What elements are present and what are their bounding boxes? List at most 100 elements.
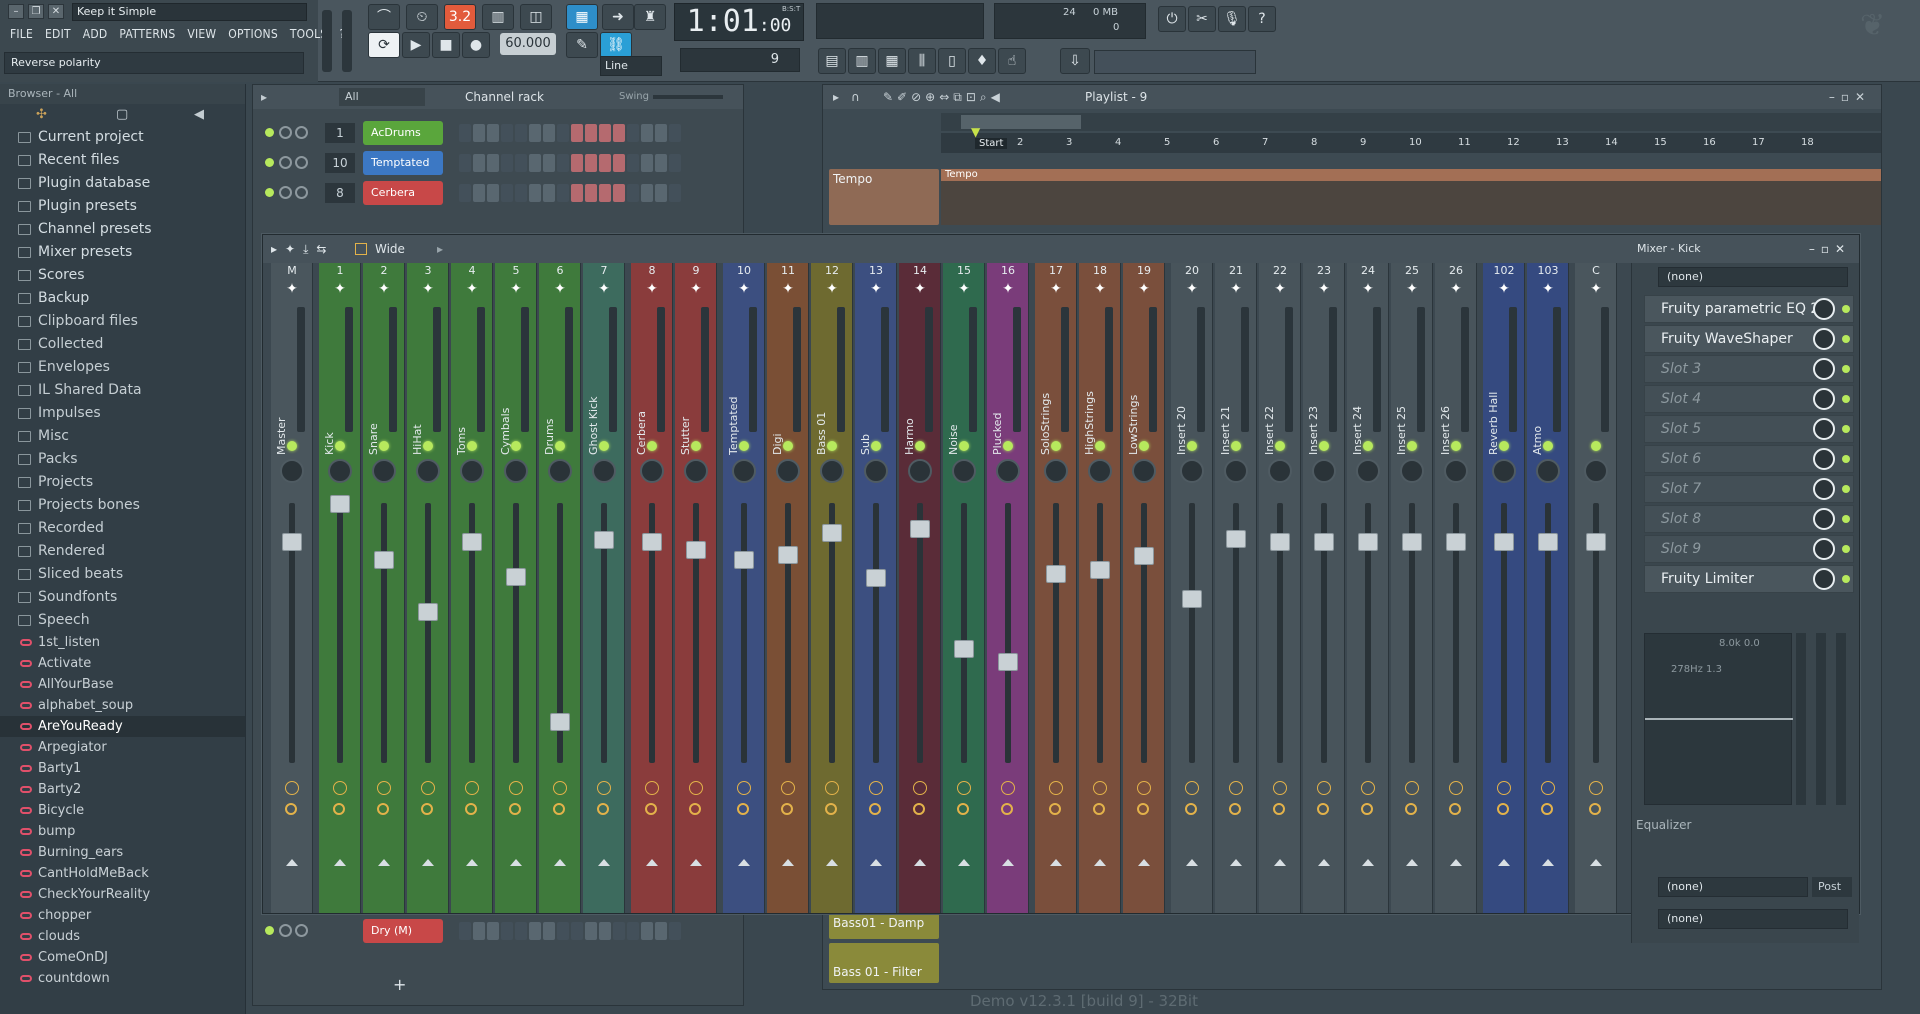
mute-led[interactable]	[335, 441, 345, 451]
pan-knob[interactable]	[864, 459, 888, 483]
microphone-icon[interactable]: 🎙	[1218, 6, 1246, 32]
record-arm-icon[interactable]	[285, 781, 299, 795]
send-arrow-icon[interactable]	[1406, 859, 1418, 866]
pan-knob[interactable]	[504, 459, 528, 483]
browser-item[interactable]: Plugin database	[0, 172, 245, 195]
slot-enable-led[interactable]	[1842, 305, 1850, 313]
step-button[interactable]	[473, 154, 485, 172]
record-arm-icon[interactable]	[1405, 781, 1419, 795]
mute-led[interactable]	[379, 441, 389, 451]
mute-led[interactable]	[265, 158, 274, 167]
step-button[interactable]	[459, 922, 471, 940]
route-icon[interactable]	[1137, 803, 1149, 815]
step-button[interactable]	[543, 184, 555, 202]
route-icon[interactable]	[737, 803, 749, 815]
mixer-strip[interactable]: 25 ✦ Insert 25	[1391, 263, 1433, 913]
send-arrow-icon[interactable]	[334, 859, 346, 866]
pattern-selector[interactable]: 9	[680, 48, 800, 72]
mute-led[interactable]	[511, 441, 521, 451]
volume-fader[interactable]	[1358, 533, 1378, 551]
record-icon[interactable]: ●	[462, 32, 490, 58]
browser-item[interactable]: alphabet_soup	[0, 695, 245, 716]
record-arm-icon[interactable]	[465, 781, 479, 795]
mixer-strip[interactable]: 13 ✦ Sub	[855, 263, 897, 913]
pan-knob[interactable]	[372, 459, 396, 483]
volume-fader[interactable]	[506, 568, 526, 586]
mute-led[interactable]	[555, 441, 565, 451]
pan-knob[interactable]	[1180, 459, 1204, 483]
step-button[interactable]	[557, 922, 569, 940]
step-button[interactable]	[627, 124, 639, 142]
browser-item[interactable]: clouds	[0, 926, 245, 947]
send-arrow-icon[interactable]	[782, 859, 794, 866]
plugin-picker-icon[interactable]: ♦	[968, 48, 996, 74]
record-arm-icon[interactable]	[509, 781, 523, 795]
route-icon[interactable]	[1541, 803, 1553, 815]
playlist-scrollbar[interactable]	[941, 113, 1881, 131]
browser-item[interactable]: Impulses	[0, 402, 245, 425]
record-arm-icon[interactable]	[781, 781, 795, 795]
effect-slot[interactable]: Slot 6	[1644, 445, 1854, 473]
volume-fader[interactable]	[1586, 533, 1606, 551]
send-arrow-icon[interactable]	[510, 859, 522, 866]
mixer-strip[interactable]: 22 ✦ Insert 22	[1259, 263, 1301, 913]
post-selector[interactable]: Post	[1812, 877, 1852, 897]
volume-fader[interactable]	[550, 713, 570, 731]
browser-item[interactable]: Envelopes	[0, 356, 245, 379]
mixer-strip[interactable]: 20 ✦ Insert 20	[1171, 263, 1213, 913]
mixer-strip[interactable]: 4 ✦ Toms	[451, 263, 493, 913]
step-button[interactable]	[599, 124, 611, 142]
pan-knob[interactable]	[1400, 459, 1424, 483]
mixer-strip[interactable]: 6 ✦ Drums	[539, 263, 581, 913]
record-arm-icon[interactable]	[597, 781, 611, 795]
equalizer-display[interactable]: 8.0k 0.0 278Hz 1.3	[1644, 633, 1793, 805]
route-icon[interactable]	[1001, 803, 1013, 815]
mixer-strip[interactable]: 14 ✦ Harmo	[899, 263, 941, 913]
record-arm-icon[interactable]	[957, 781, 971, 795]
playlist-window-icon[interactable]: ▤	[818, 48, 846, 74]
brush-icon[interactable]: ✎	[566, 32, 598, 58]
browser-item[interactable]: Burning_ears	[0, 842, 245, 863]
send-arrow-icon[interactable]	[1230, 859, 1242, 866]
mix-level-knob[interactable]	[1813, 418, 1835, 440]
browser-item[interactable]: Scores	[0, 264, 245, 287]
step-button[interactable]	[627, 922, 639, 940]
pan-knob[interactable]	[640, 459, 664, 483]
route-icon[interactable]	[285, 803, 297, 815]
mute-led[interactable]	[1003, 441, 1013, 451]
record-arm-icon[interactable]	[1589, 781, 1603, 795]
route-icon[interactable]	[913, 803, 925, 815]
volume-fader[interactable]	[1046, 565, 1066, 583]
route-icon[interactable]	[1317, 803, 1329, 815]
mute-led[interactable]	[1231, 441, 1241, 451]
typing-keyboard-icon[interactable]: ▥	[482, 4, 514, 30]
mixer-strip[interactable]: 5 ✦ Cymbals	[495, 263, 537, 913]
channel-button[interactable]: Cerbera	[363, 181, 443, 205]
send-arrow-icon[interactable]	[1362, 859, 1374, 866]
step-button[interactable]	[473, 184, 485, 202]
mixer-strip[interactable]: 12 ✦ Bass 01	[811, 263, 853, 913]
step-sequencer[interactable]	[459, 922, 681, 940]
route-icon[interactable]	[509, 803, 521, 815]
help-icon[interactable]: ?	[1248, 6, 1276, 32]
step-button[interactable]	[571, 124, 583, 142]
pan-knob[interactable]	[328, 459, 352, 483]
step-button[interactable]	[641, 184, 653, 202]
project-info-icon[interactable]: ▯	[938, 48, 966, 74]
pan-knob[interactable]	[1584, 459, 1608, 483]
volume-fader[interactable]	[642, 533, 662, 551]
slot-enable-led[interactable]	[1842, 515, 1850, 523]
send-arrow-icon[interactable]	[914, 859, 926, 866]
pan-knob[interactable]	[820, 459, 844, 483]
mixer-strip[interactable]: 9 ✦ Stutter	[675, 263, 717, 913]
route-icon[interactable]	[825, 803, 837, 815]
channel-button-dry[interactable]: Dry (M)	[363, 919, 443, 943]
send-arrow-icon[interactable]	[1590, 859, 1602, 866]
step-button[interactable]	[613, 184, 625, 202]
record-arm-icon[interactable]	[553, 781, 567, 795]
send-arrow-icon[interactable]	[598, 859, 610, 866]
mix-level-knob[interactable]	[1813, 478, 1835, 500]
undo-history-icon[interactable]: ⏻	[1158, 6, 1186, 32]
mix-level-knob[interactable]	[1813, 388, 1835, 410]
volume-fader[interactable]	[330, 495, 350, 513]
